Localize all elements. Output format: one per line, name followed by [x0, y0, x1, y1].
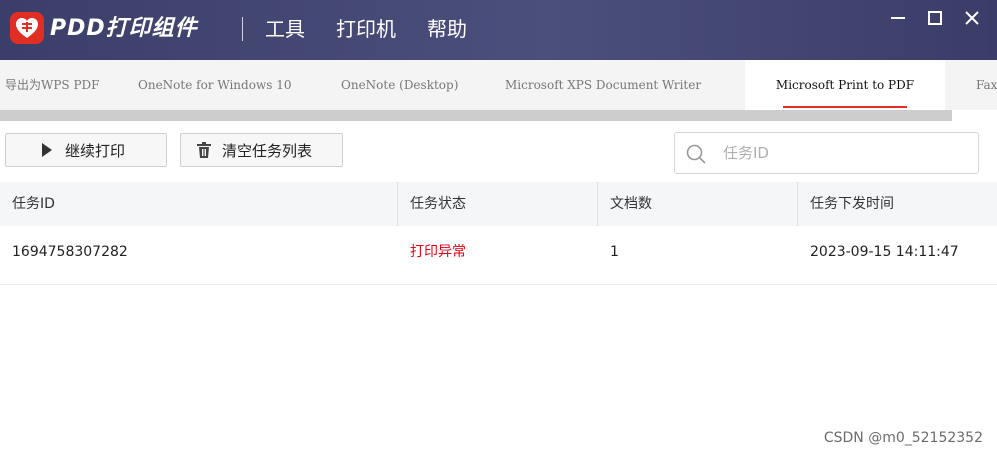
search-icon	[686, 144, 706, 164]
play-icon	[39, 142, 55, 158]
clear-task-list-label: 清空任务列表	[222, 141, 313, 160]
tab-onenote-win10[interactable]: OneNote for Windows 10	[138, 60, 291, 110]
cell-status: 打印异常	[410, 244, 466, 260]
maximize-icon	[928, 11, 942, 25]
active-tab-indicator	[783, 106, 907, 108]
tabs-scrollbar[interactable]	[0, 110, 952, 121]
cell-doc-count: 1	[610, 244, 619, 260]
search-input[interactable]	[723, 141, 963, 165]
column-header-doc-count[interactable]: 文档数	[598, 182, 797, 226]
table-row[interactable]: 1694758307282 打印异常 1 2023-09-15 14:11:47	[0, 226, 997, 285]
app-brand: PDD打印组件	[50, 16, 198, 41]
menu-printer[interactable]: 打印机	[336, 12, 396, 46]
column-header-issue-time[interactable]: 任务下发时间	[798, 182, 997, 226]
task-id-search	[674, 132, 979, 174]
title-bar: PDD打印组件 工具 打印机 帮助	[0, 0, 997, 60]
trash-icon	[196, 142, 212, 158]
cell-task-id: 1694758307282	[12, 244, 128, 260]
tab-onenote-desktop[interactable]: OneNote (Desktop)	[341, 60, 458, 110]
menu-help[interactable]: 帮助	[427, 12, 467, 46]
tab-fax[interactable]: Fax	[976, 60, 997, 110]
title-divider	[242, 17, 243, 41]
tab-wps-pdf[interactable]: 导出为WPS PDF	[5, 60, 99, 110]
clear-task-list-button[interactable]: 清空任务列表	[180, 133, 343, 167]
tab-xps-writer[interactable]: Microsoft XPS Document Writer	[505, 60, 701, 110]
maximize-button[interactable]	[921, 4, 949, 32]
column-header-status[interactable]: 任务状态	[398, 182, 597, 226]
csdn-watermark: CSDN @m0_52152352	[823, 430, 983, 446]
close-button[interactable]	[958, 4, 986, 32]
cell-issue-time: 2023-09-15 14:11:47	[810, 244, 959, 260]
column-header-task-id[interactable]: 任务ID	[0, 182, 397, 226]
printer-tabs: 导出为WPS PDF OneNote for Windows 10 OneNot…	[0, 60, 997, 110]
minimize-icon	[891, 17, 905, 19]
menu-tools[interactable]: 工具	[265, 12, 305, 46]
pdd-logo-icon	[10, 12, 44, 44]
tab-print-to-pdf[interactable]: Microsoft Print to PDF	[745, 60, 945, 110]
close-icon	[965, 11, 979, 25]
minimize-button[interactable]	[884, 4, 912, 32]
continue-print-button[interactable]: 继续打印	[5, 133, 167, 167]
table-header: 任务ID 任务状态 文档数 任务下发时间	[0, 182, 997, 226]
continue-print-label: 继续打印	[65, 141, 126, 160]
